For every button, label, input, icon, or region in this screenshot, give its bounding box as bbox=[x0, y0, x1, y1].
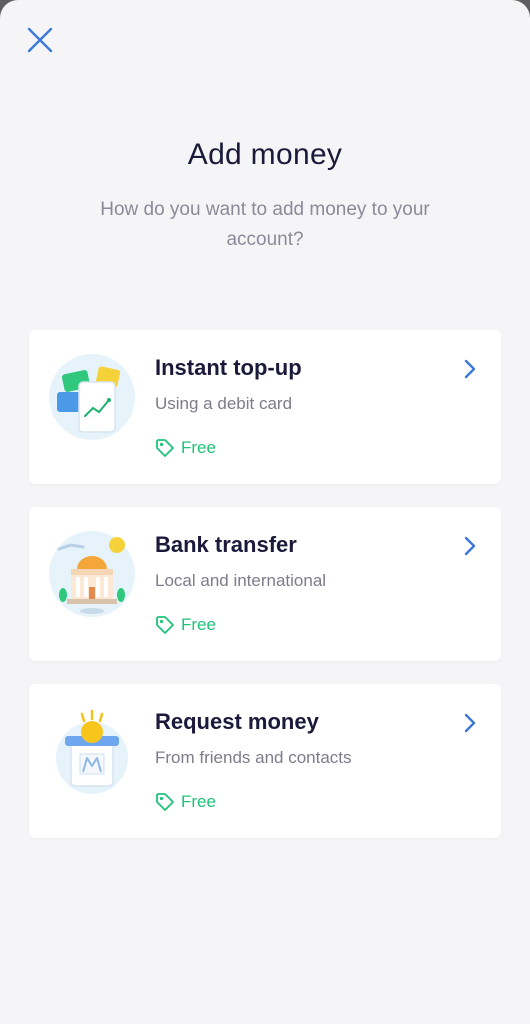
price-label: Free bbox=[181, 792, 216, 811]
option-title: Request money bbox=[155, 709, 319, 734]
chevron-right-icon bbox=[464, 536, 476, 556]
option-subtitle: Local and international bbox=[155, 571, 327, 590]
add-money-sheet: Add money How do you want to add money t… bbox=[0, 0, 530, 1024]
option-bank-transfer[interactable]: Bank transfer Local and international Fr… bbox=[29, 507, 501, 661]
option-subtitle: From friends and contacts bbox=[155, 748, 352, 767]
page-title: Add money bbox=[187, 138, 343, 171]
price-badge: Free bbox=[155, 615, 216, 635]
coin-jar-illustration bbox=[56, 709, 128, 794]
tag-icon bbox=[156, 793, 174, 811]
chevron-right-icon bbox=[464, 713, 476, 733]
close-button[interactable] bbox=[20, 20, 60, 60]
close-icon bbox=[27, 27, 53, 53]
debit-cards-illustration bbox=[49, 354, 135, 440]
price-badge: Free bbox=[155, 438, 216, 458]
price-badge: Free bbox=[155, 792, 216, 812]
option-request-money[interactable]: Request money From friends and contacts … bbox=[29, 684, 501, 838]
option-instant-top-up[interactable]: Instant top-up Using a debit card Free bbox=[29, 330, 501, 484]
option-title: Instant top-up bbox=[155, 355, 302, 380]
tag-icon bbox=[156, 616, 174, 634]
price-label: Free bbox=[181, 438, 216, 457]
page-subtitle: How do you want to add money to your acc… bbox=[100, 199, 430, 250]
tag-icon bbox=[156, 439, 174, 457]
option-title: Bank transfer bbox=[155, 532, 297, 557]
option-subtitle: Using a debit card bbox=[155, 394, 293, 413]
bank-building-illustration bbox=[49, 531, 135, 617]
chevron-right-icon bbox=[464, 359, 476, 379]
price-label: Free bbox=[181, 615, 216, 634]
